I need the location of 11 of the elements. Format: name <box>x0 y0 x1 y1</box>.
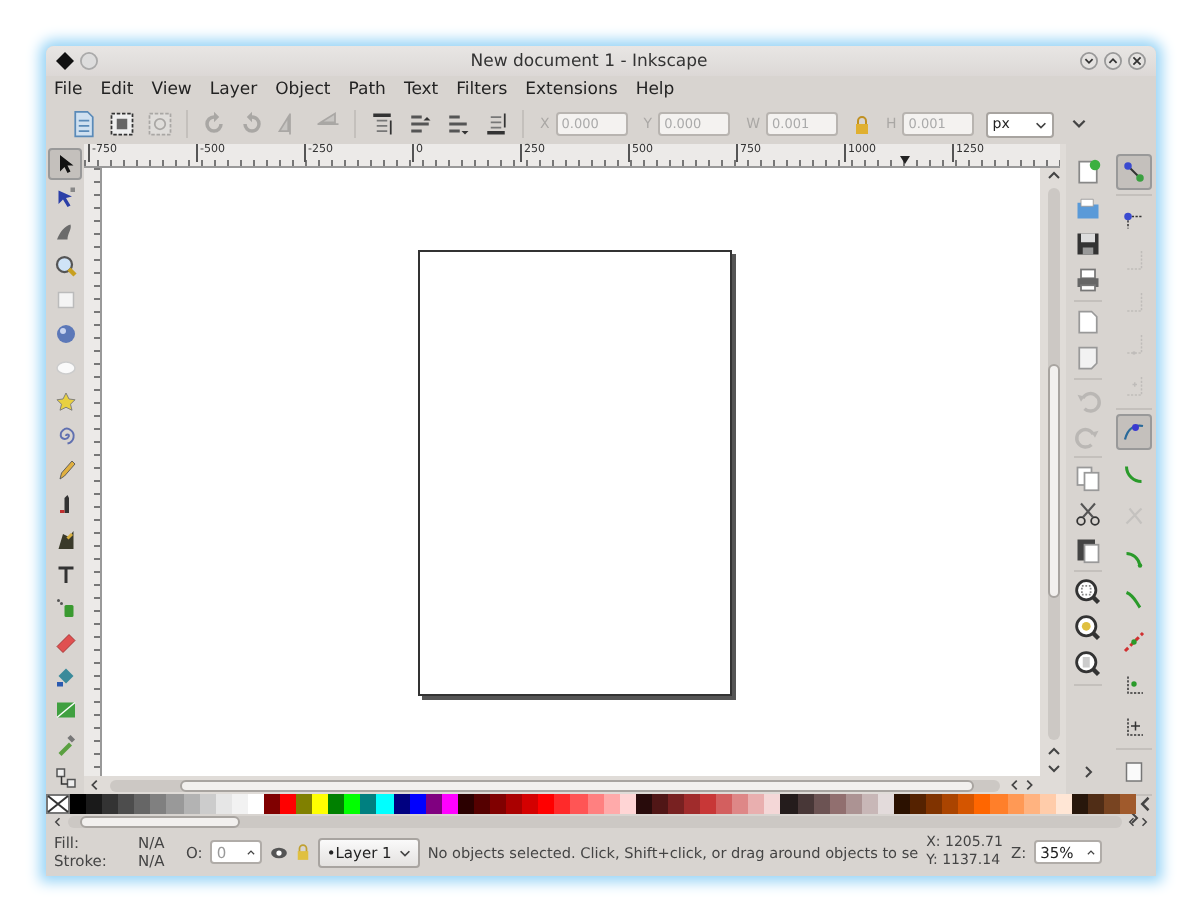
menu-item[interactable]: Filters <box>456 80 508 100</box>
menu-item[interactable]: Object <box>275 80 331 100</box>
window-title: New document 1 - Inkscape <box>468 51 710 71</box>
menu-item[interactable]: View <box>151 80 192 100</box>
menu-item[interactable]: Layer <box>209 80 258 100</box>
menu-item[interactable]: Path <box>348 80 386 100</box>
menu-item[interactable]: File <box>54 80 83 100</box>
menu-item[interactable]: Help <box>635 80 675 100</box>
menu-item[interactable]: Extensions <box>525 80 618 100</box>
menu-item[interactable]: Edit <box>100 80 134 100</box>
menu-item[interactable]: Text <box>403 80 439 100</box>
